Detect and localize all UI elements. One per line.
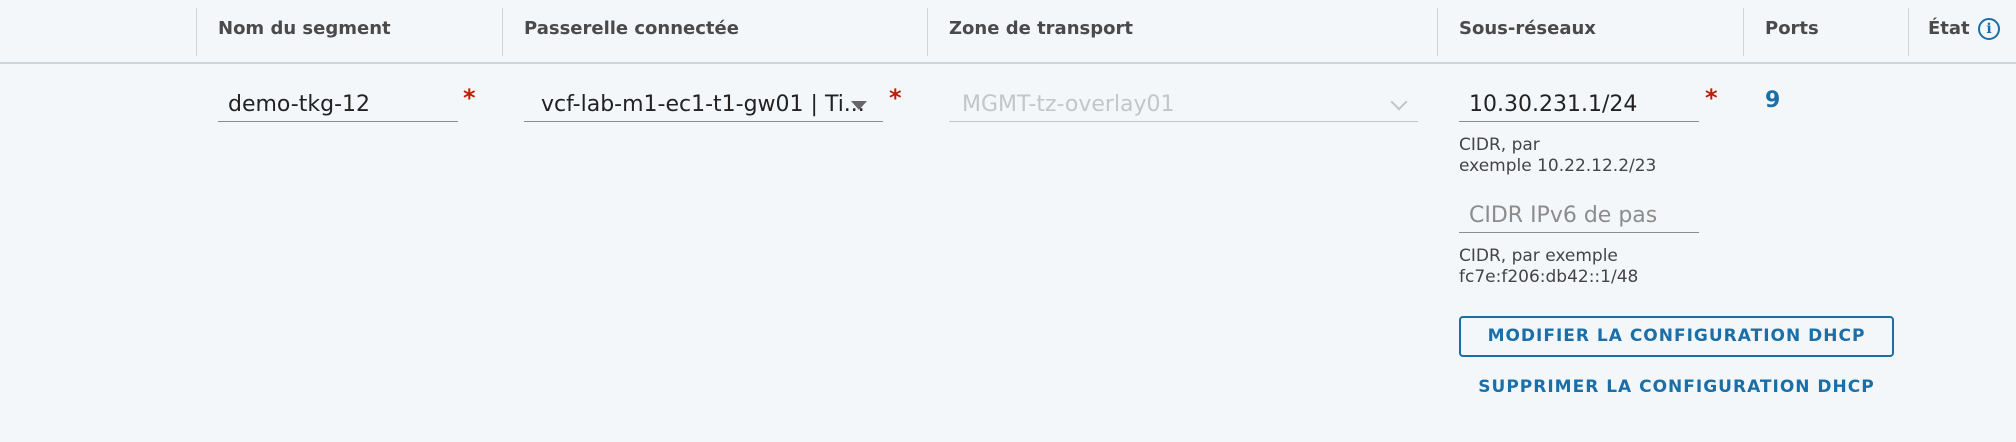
helper-line: CIDR, par exemple bbox=[1459, 246, 1618, 266]
column-divider[interactable] bbox=[196, 8, 197, 56]
table-header: Nom du segment Passerelle connectée Zone… bbox=[0, 0, 2016, 64]
column-header-subnets[interactable]: Sous-réseaux bbox=[1459, 18, 1596, 39]
column-header-segment-name[interactable]: Nom du segment bbox=[218, 18, 391, 39]
column-header-transport-zone[interactable]: Zone de transport bbox=[949, 18, 1133, 39]
connected-gateway-value: vcf-lab-m1-ec1-t1-gw01 | Ti... bbox=[541, 92, 865, 117]
delete-dhcp-config-button[interactable]: SUPPRIMER LA CONFIGURATION DHCP bbox=[1459, 372, 1894, 402]
column-divider[interactable] bbox=[502, 8, 503, 56]
segment-name-input[interactable]: demo-tkg-12 bbox=[218, 88, 458, 122]
helper-line: CIDR, par bbox=[1459, 135, 1540, 155]
column-header-state[interactable]: État bbox=[1928, 18, 1970, 39]
required-marker: * bbox=[463, 84, 476, 112]
subnet-ipv6-helper-text: CIDR, par exemple fc7e:f206:db42::1/48 bbox=[1459, 246, 1638, 288]
dropdown-caret-icon[interactable] bbox=[851, 101, 867, 110]
column-header-connected-gateway[interactable]: Passerelle connectée bbox=[524, 18, 739, 39]
required-marker: * bbox=[889, 84, 902, 112]
column-header-ports[interactable]: Ports bbox=[1765, 18, 1819, 39]
transport-zone-value: MGMT-tz-overlay01 bbox=[962, 92, 1175, 117]
subnet-ipv4-helper-text: CIDR, par exemple 10.22.12.2/23 bbox=[1459, 135, 1656, 177]
column-divider[interactable] bbox=[1437, 8, 1438, 56]
transport-zone-select: MGMT-tz-overlay01 bbox=[949, 88, 1418, 122]
helper-line: fc7e:f206:db42::1/48 bbox=[1459, 267, 1639, 287]
connected-gateway-select[interactable]: vcf-lab-m1-ec1-t1-gw01 | Ti... bbox=[524, 88, 883, 122]
subnet-ipv4-input[interactable]: 10.30.231.1/24 bbox=[1459, 88, 1699, 122]
required-marker: * bbox=[1705, 84, 1718, 112]
modify-dhcp-config-button[interactable]: MODIFIER LA CONFIGURATION DHCP bbox=[1459, 316, 1894, 357]
helper-line: exemple 10.22.12.2/23 bbox=[1459, 156, 1657, 176]
info-icon[interactable]: i bbox=[1978, 18, 2000, 40]
subnet-ipv6-input[interactable]: CIDR IPv6 de pas bbox=[1459, 199, 1699, 233]
column-divider[interactable] bbox=[1908, 8, 1909, 56]
column-divider[interactable] bbox=[927, 8, 928, 56]
column-divider[interactable] bbox=[1743, 8, 1744, 56]
ports-count-link[interactable]: 9 bbox=[1765, 88, 1780, 113]
